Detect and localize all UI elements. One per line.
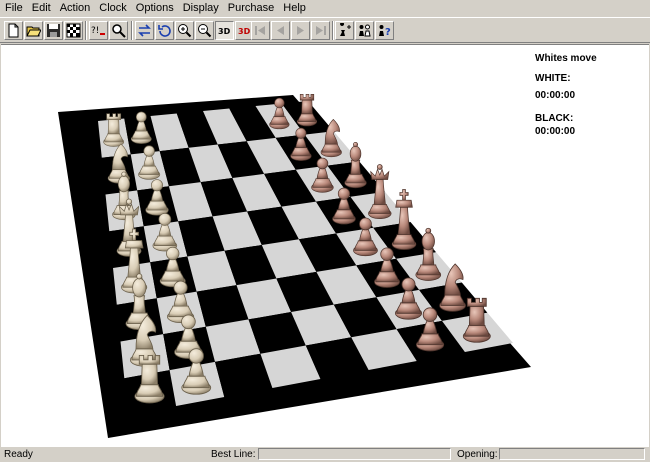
pieces-icon	[359, 24, 371, 37]
piece-set-button[interactable]	[355, 21, 374, 40]
3d-red-icon: 3D	[238, 27, 251, 36]
svg-text:?!: ?!	[91, 26, 99, 36]
new-game-button[interactable]	[4, 21, 23, 40]
rotate-board-icon	[158, 25, 171, 37]
3d-view-icon: 3D	[218, 27, 231, 36]
checkerboard-icon	[66, 23, 81, 38]
opening-field	[499, 448, 645, 460]
folder-open-icon	[26, 26, 41, 37]
last-move-button[interactable]	[311, 21, 330, 40]
status-bar: Ready Best Line: Opening:	[0, 447, 650, 462]
search-button[interactable]	[109, 21, 128, 40]
add-piece-button[interactable]	[335, 21, 354, 40]
flip-board-button[interactable]	[135, 21, 154, 40]
board-view: Whites move WHITE: 00:00:00 BLACK: 00:00…	[1, 44, 649, 447]
toolbar: ?! 3D 3D ?	[0, 17, 650, 43]
flip-board-icon	[138, 24, 151, 37]
black-clock-label: BLACK:	[535, 113, 574, 124]
magnifier-search-icon	[112, 24, 126, 38]
opening-label: Opening:	[457, 449, 498, 460]
status-text: Ready	[4, 449, 33, 460]
menu-purchase[interactable]: Purchase	[223, 0, 278, 17]
turn-status: Whites move	[535, 53, 597, 64]
black-clock: 00:00:00	[535, 126, 576, 137]
zoom-in-button[interactable]	[175, 21, 194, 40]
toolbar-separator	[332, 21, 334, 40]
help-button[interactable]: ?	[375, 21, 394, 40]
best-line-label: Best Line:	[211, 449, 256, 460]
toolbar-separator	[85, 21, 87, 40]
best-line-field	[258, 448, 451, 460]
hint-icon: ?!	[91, 26, 105, 36]
new-document-icon	[8, 23, 19, 38]
hint-button[interactable]: ?!	[89, 21, 108, 40]
svg-text:?: ?	[385, 27, 391, 38]
rotate-board-button[interactable]	[155, 21, 174, 40]
menu-bar: File Edit Action Clock Options Display P…	[0, 0, 650, 17]
white-clock-label: WHITE:	[535, 73, 571, 84]
view-3d-button[interactable]: 3D	[215, 21, 234, 40]
back-icon	[277, 26, 284, 35]
first-move-button[interactable]	[251, 21, 270, 40]
menu-action[interactable]: Action	[55, 0, 95, 17]
open-button[interactable]	[24, 21, 43, 40]
white-clock: 00:00:00	[535, 90, 576, 101]
menu-clock[interactable]: Clock	[94, 0, 131, 17]
add-piece-icon	[340, 23, 351, 36]
floppy-disk-icon	[47, 24, 60, 37]
chess-board[interactable]	[1, 45, 649, 447]
board-setup-button[interactable]	[64, 21, 83, 40]
zoom-in-icon	[178, 24, 192, 38]
last-icon	[316, 26, 326, 35]
question-mark-icon: ?	[379, 25, 391, 38]
zoom-out-button[interactable]	[195, 21, 214, 40]
first-icon	[255, 26, 265, 35]
menu-display[interactable]: Display	[178, 0, 223, 17]
forward-icon	[297, 26, 304, 35]
back-move-button[interactable]	[271, 21, 290, 40]
menu-options[interactable]: Options	[131, 0, 178, 17]
zoom-out-icon	[198, 24, 212, 38]
svg-text:3D: 3D	[238, 27, 251, 36]
menu-help[interactable]: Help	[278, 0, 310, 17]
menu-edit[interactable]: Edit	[27, 0, 55, 17]
save-button[interactable]	[44, 21, 63, 40]
forward-move-button[interactable]	[291, 21, 310, 40]
menu-file[interactable]: File	[0, 0, 27, 17]
toolbar-separator	[131, 21, 133, 40]
svg-text:3D: 3D	[218, 27, 231, 36]
